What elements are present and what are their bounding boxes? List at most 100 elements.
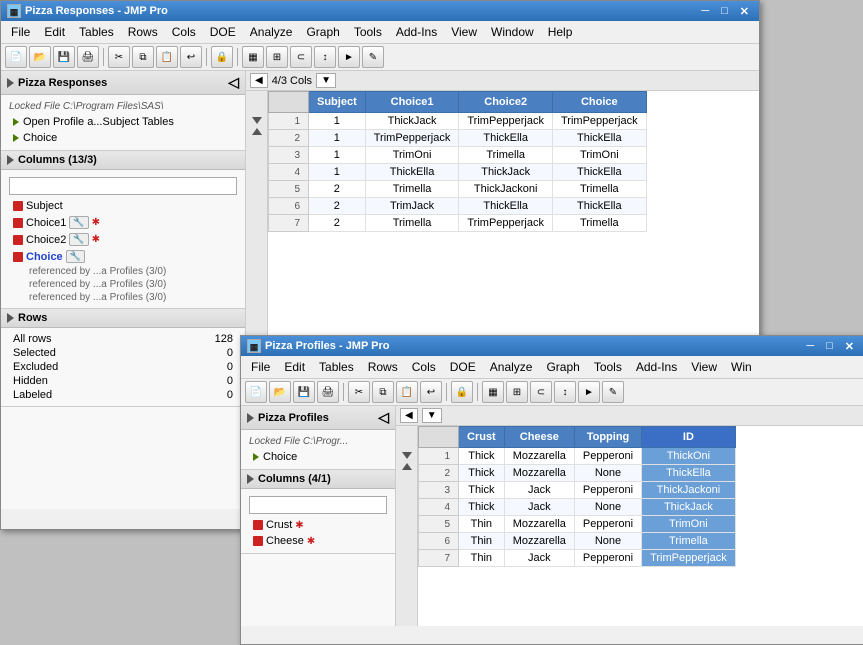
- rows-panel-header[interactable]: Rows: [1, 309, 245, 328]
- columns-panel-header[interactable]: Columns (13/3): [1, 151, 245, 170]
- toolbar-paste[interactable]: 📋: [156, 46, 178, 68]
- profiles-toolbar-data[interactable]: ▦: [482, 381, 504, 403]
- profiles-toolbar-copy[interactable]: ⧉: [372, 381, 394, 403]
- ref-item-1[interactable]: referenced by ...a Profiles (3/0): [9, 265, 237, 278]
- ref-item-3[interactable]: referenced by ...a Profiles (3/0): [9, 291, 237, 304]
- profiles-columns-title: Columns (4/1): [258, 473, 331, 485]
- profiles-toolbar-marker[interactable]: ✎: [602, 381, 624, 403]
- toolbar-table[interactable]: ⊞: [266, 46, 288, 68]
- profiles-close-btn[interactable]: ✕: [841, 340, 858, 353]
- menu-graph[interactable]: Graph: [300, 23, 345, 41]
- col-nav-left[interactable]: ◀: [250, 73, 268, 88]
- profiles-col-crust[interactable]: Crust ✱: [249, 517, 387, 533]
- profiles-menu-cols[interactable]: Cols: [406, 358, 442, 376]
- row-nav-up[interactable]: [252, 128, 262, 135]
- profiles-toolbar-print[interactable]: 🖨: [317, 381, 339, 403]
- profiles-columns-header[interactable]: Columns (4/1): [241, 470, 395, 489]
- close-btn[interactable]: ✕: [736, 5, 753, 18]
- profiles-toolbar-paste[interactable]: 📋: [396, 381, 418, 403]
- profiles-toolbar-undo[interactable]: ↩: [420, 381, 442, 403]
- profiles-col-header-id[interactable]: ID: [642, 427, 736, 448]
- toolbar-data[interactable]: ▦: [242, 46, 264, 68]
- toolbar-undo[interactable]: ↩: [180, 46, 202, 68]
- profiles-table-panel-header[interactable]: Pizza Profiles ◁: [241, 406, 395, 430]
- maximize-btn[interactable]: □: [717, 5, 732, 17]
- menu-analyze[interactable]: Analyze: [244, 23, 299, 41]
- toolbar-subset[interactable]: ⊂: [290, 46, 312, 68]
- profiles-toolbar-sort[interactable]: ↕: [554, 381, 576, 403]
- profiles-toolbar-table[interactable]: ⊞: [506, 381, 528, 403]
- profiles-search-input[interactable]: [249, 496, 387, 514]
- profiles-col-nav-right[interactable]: ▼: [422, 408, 442, 423]
- ref-item-2[interactable]: referenced by ...a Profiles (3/0): [9, 278, 237, 291]
- profiles-col-header-cheese[interactable]: Cheese: [504, 427, 574, 448]
- table-expand-icon[interactable]: ◁: [228, 74, 239, 91]
- col-choice2[interactable]: Choice2 🔧 ✱: [9, 231, 237, 248]
- profiles-col-header-topping[interactable]: Topping: [574, 427, 641, 448]
- profiles-menu-analyze[interactable]: Analyze: [484, 358, 539, 376]
- table-panel-header[interactable]: Pizza Responses ◁: [1, 71, 245, 95]
- profiles-tree-choice[interactable]: Choice: [249, 449, 387, 465]
- toolbar-lock[interactable]: 🔒: [211, 46, 233, 68]
- row-nav-down[interactable]: [252, 117, 262, 124]
- col-header-choice2[interactable]: Choice2: [459, 92, 553, 113]
- profiles-toolbar-new[interactable]: 📄: [245, 381, 267, 403]
- toolbar-save[interactable]: 💾: [53, 46, 75, 68]
- profiles-menu-tables[interactable]: Tables: [313, 358, 360, 376]
- profiles-row-nav-down[interactable]: [402, 452, 412, 459]
- menu-file[interactable]: File: [5, 23, 36, 41]
- col-subject[interactable]: Subject: [9, 198, 237, 214]
- menu-cols[interactable]: Cols: [166, 23, 202, 41]
- profiles-toolbar-subset[interactable]: ⊂: [530, 381, 552, 403]
- menu-addins[interactable]: Add-Ins: [390, 23, 443, 41]
- profiles-menu-file[interactable]: File: [245, 358, 276, 376]
- profiles-menu-graph[interactable]: Graph: [540, 358, 585, 376]
- col-choice[interactable]: Choice 🔧: [9, 248, 237, 265]
- menu-rows[interactable]: Rows: [122, 23, 164, 41]
- menu-help[interactable]: Help: [542, 23, 579, 41]
- toolbar-print[interactable]: 🖨: [77, 46, 99, 68]
- profiles-menu-win[interactable]: Win: [725, 358, 758, 376]
- profiles-menu-tools[interactable]: Tools: [588, 358, 628, 376]
- toolbar-sort[interactable]: ↕: [314, 46, 336, 68]
- menu-tables[interactable]: Tables: [73, 23, 120, 41]
- menu-view[interactable]: View: [445, 23, 483, 41]
- profiles-col-nav-left[interactable]: ◀: [400, 408, 418, 423]
- profiles-minimize-btn[interactable]: ─: [802, 340, 818, 352]
- menu-window[interactable]: Window: [485, 23, 540, 41]
- toolbar-copy[interactable]: ⧉: [132, 46, 154, 68]
- profiles-menu-addins[interactable]: Add-Ins: [630, 358, 683, 376]
- col-header-choice[interactable]: Choice: [552, 92, 646, 113]
- col-header-subject[interactable]: Subject: [309, 92, 366, 113]
- columns-search-input[interactable]: [9, 177, 237, 195]
- menu-doe[interactable]: DOE: [204, 23, 242, 41]
- profiles-menu-edit[interactable]: Edit: [278, 358, 311, 376]
- col-header-choice1[interactable]: Choice1: [365, 92, 459, 113]
- toolbar-cut[interactable]: ✂: [108, 46, 130, 68]
- profiles-triangle: [247, 413, 254, 423]
- profiles-col-cheese[interactable]: Cheese ✱: [249, 533, 387, 549]
- toolbar-open[interactable]: 📂: [29, 46, 51, 68]
- minimize-btn[interactable]: ─: [697, 5, 713, 17]
- toolbar-new[interactable]: 📄: [5, 46, 27, 68]
- menu-edit[interactable]: Edit: [38, 23, 71, 41]
- profiles-toolbar-lock[interactable]: 🔒: [451, 381, 473, 403]
- profiles-menu-rows[interactable]: Rows: [362, 358, 404, 376]
- col-nav-right[interactable]: ▼: [316, 73, 336, 88]
- toolbar-marker[interactable]: ✎: [362, 46, 384, 68]
- tree-item-choice[interactable]: Choice: [9, 130, 237, 146]
- col-choice1[interactable]: Choice1 🔧 ✱: [9, 214, 237, 231]
- profiles-toolbar-script[interactable]: ►: [578, 381, 600, 403]
- profiles-toolbar-save[interactable]: 💾: [293, 381, 315, 403]
- tree-item-open-profile[interactable]: Open Profile a...Subject Tables: [9, 114, 237, 130]
- profiles-expand-icon[interactable]: ◁: [378, 409, 389, 426]
- profiles-toolbar-cut[interactable]: ✂: [348, 381, 370, 403]
- profiles-menu-view[interactable]: View: [685, 358, 723, 376]
- profiles-toolbar-open[interactable]: 📂: [269, 381, 291, 403]
- toolbar-script[interactable]: ►: [338, 46, 360, 68]
- profiles-col-header-crust[interactable]: Crust: [459, 427, 505, 448]
- profiles-maximize-btn[interactable]: □: [822, 340, 837, 352]
- profiles-row-nav-up[interactable]: [402, 463, 412, 470]
- menu-tools[interactable]: Tools: [348, 23, 388, 41]
- profiles-menu-doe[interactable]: DOE: [444, 358, 482, 376]
